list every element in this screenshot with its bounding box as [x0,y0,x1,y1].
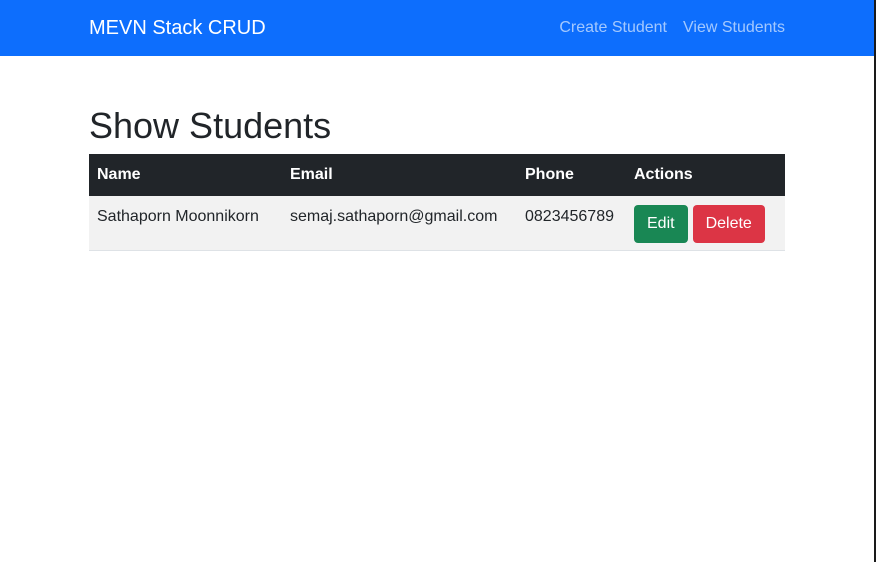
column-header-actions: Actions [634,166,693,183]
top-navbar: MEVN Stack CRUD Create Student View Stud… [0,0,876,56]
column-header-phone: Phone [525,166,574,183]
student-email-cell: semaj.sathaporn@gmail.com [290,208,498,225]
table-header-row: Name Email Phone Actions [89,154,785,196]
nav-links: Create Student View Students [559,18,785,38]
student-actions-cell: Edit Delete [626,196,785,250]
nav-link-view-students[interactable]: View Students [683,18,785,38]
table-header: Name Email Phone Actions [89,154,785,196]
nav-link-create-student[interactable]: Create Student [559,18,667,38]
student-phone-cell: 0823456789 [525,208,614,225]
page-title: Show Students [89,105,332,146]
navbar-brand[interactable]: MEVN Stack CRUD [89,16,266,40]
table-row: Sathaporn Moonnikorn semaj.sathaporn@gma… [89,196,785,250]
student-name-cell: Sathaporn Moonnikorn [97,208,259,225]
table-body: Sathaporn Moonnikorn semaj.sathaporn@gma… [89,196,785,250]
column-header-email: Email [290,166,333,183]
delete-button[interactable]: Delete [692,205,765,243]
edit-button[interactable]: Edit [634,205,688,243]
students-table: Name Email Phone Actions Sathaporn Moonn… [89,154,785,251]
column-header-name: Name [97,166,141,183]
